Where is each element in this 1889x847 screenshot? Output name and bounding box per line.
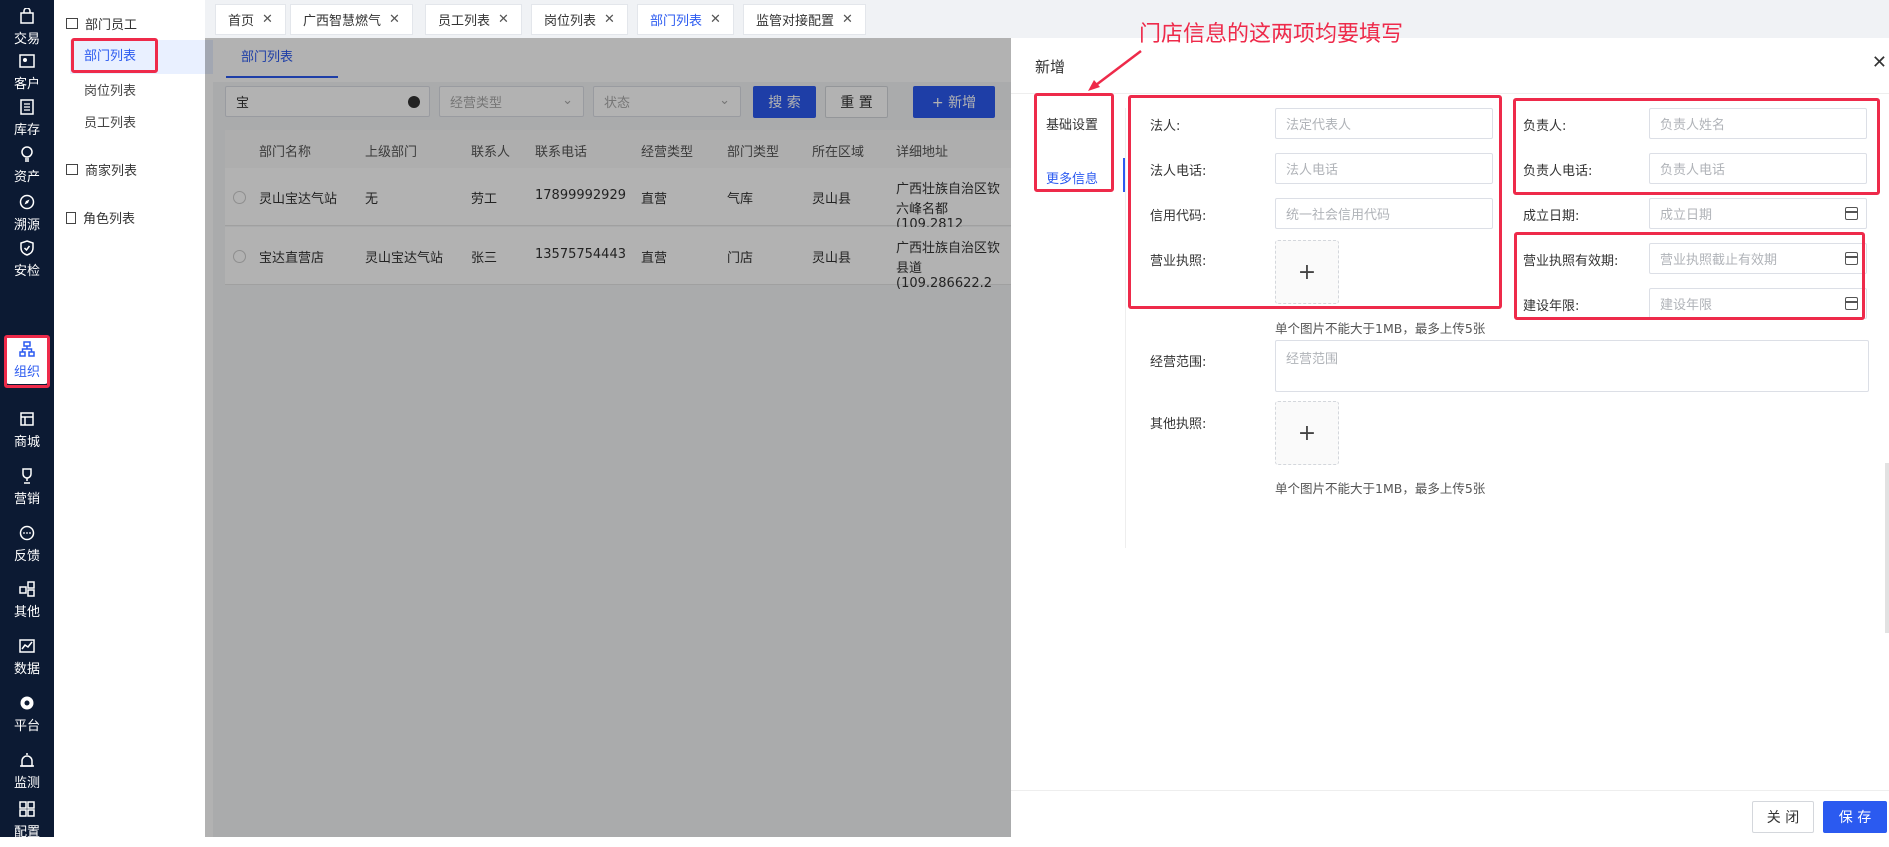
close-icon[interactable]: ✕ xyxy=(262,12,273,27)
annotation-text: 门店信息的这两项均要填写 xyxy=(1139,22,1404,47)
tab-supervision-config[interactable]: 监管对接配置 ✕ xyxy=(743,4,866,35)
close-icon[interactable]: ✕ xyxy=(389,12,400,27)
plus-icon: + xyxy=(1297,420,1317,446)
close-icon[interactable]: ✕ xyxy=(1872,52,1887,73)
modal-overlay[interactable] xyxy=(205,38,1011,837)
calendar-icon xyxy=(1845,207,1858,220)
close-icon[interactable]: ✕ xyxy=(604,12,615,27)
tab-gx-gas[interactable]: 广西智慧燃气 ✕ xyxy=(290,4,413,35)
scrollbar[interactable] xyxy=(1885,463,1889,633)
highlight-box-license-build xyxy=(1514,232,1865,320)
tab-dept-list[interactable]: 部门列表 ✕ xyxy=(637,4,734,35)
scope-label: 经营范围: xyxy=(1150,355,1207,370)
tab-home[interactable]: 首页 ✕ xyxy=(215,4,286,35)
tab-staff-list[interactable]: 员工列表 ✕ xyxy=(425,4,522,35)
annotation-arrow xyxy=(1088,50,1142,91)
upload-hint: 单个图片不能大于1MB，最多上传5张 xyxy=(1275,481,1486,496)
found-date-label: 成立日期: xyxy=(1523,209,1580,224)
save-button[interactable]: 保 存 xyxy=(1823,801,1887,833)
highlight-box-side-tabs xyxy=(1034,93,1114,192)
drawer-title: 新增 xyxy=(1035,58,1066,76)
tab-bar: 首页 ✕ 广西智慧燃气 ✕ 员工列表 ✕ 岗位列表 ✕ 部门列表 ✕ 监管对接配置 ✕ xyxy=(205,0,1889,38)
tab-post-list[interactable]: 岗位列表 ✕ xyxy=(531,4,628,35)
other-license-label: 其他执照: xyxy=(1150,417,1207,432)
highlight-box-legal-fields xyxy=(1128,95,1502,309)
close-icon[interactable]: ✕ xyxy=(710,12,721,27)
close-icon[interactable]: ✕ xyxy=(498,12,509,27)
other-license-upload[interactable]: + xyxy=(1275,401,1339,465)
scope-textarea[interactable]: 经营范围 xyxy=(1275,340,1869,392)
highlight-box-owner-fields xyxy=(1513,98,1880,195)
found-date-picker[interactable]: 成立日期 xyxy=(1649,198,1867,229)
close-icon[interactable]: ✕ xyxy=(842,12,853,27)
close-button[interactable]: 关 闭 xyxy=(1752,801,1814,833)
upload-hint: 单个图片不能大于1MB，最多上传5张 xyxy=(1275,321,1486,336)
